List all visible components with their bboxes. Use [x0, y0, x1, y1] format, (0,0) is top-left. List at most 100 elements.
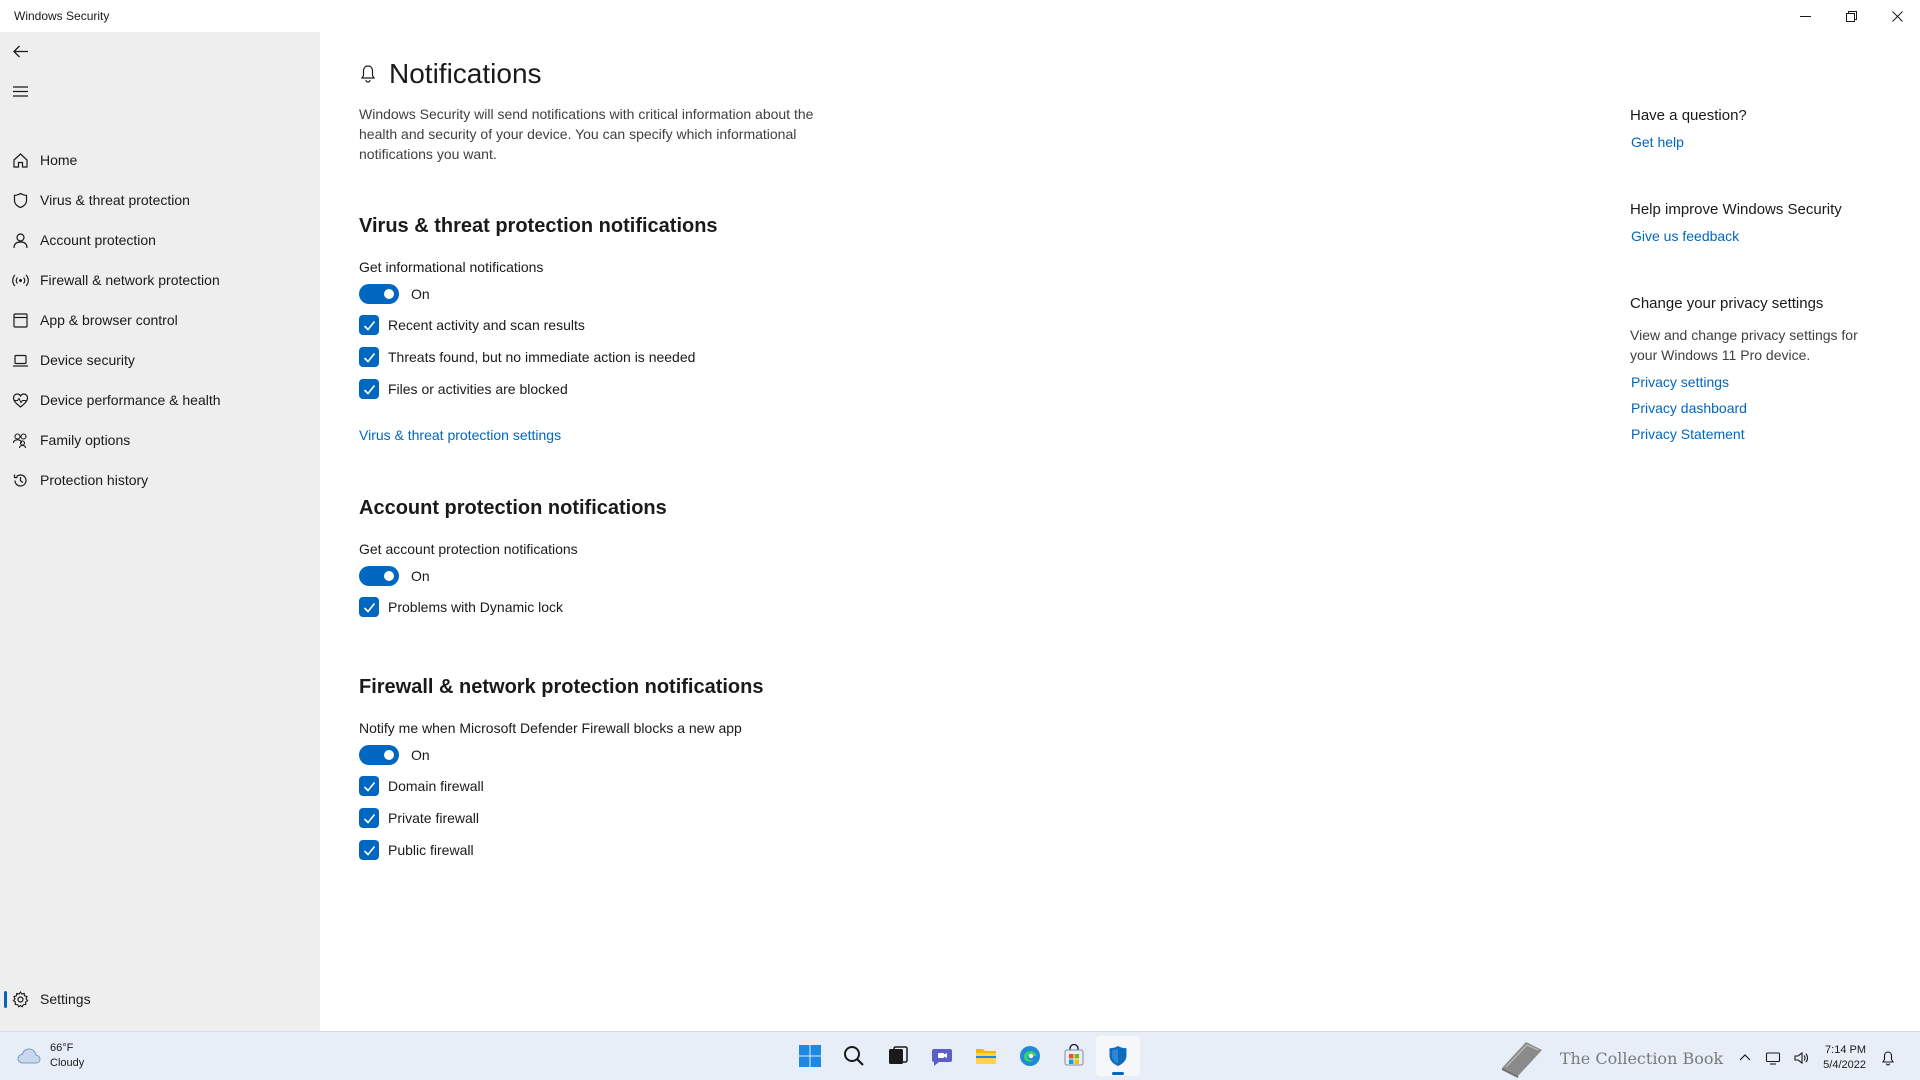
history-icon [12, 472, 29, 489]
sidebar-nav: Home Virus & threat protection Account p… [0, 140, 320, 500]
checkbox[interactable] [359, 840, 379, 860]
sidebar: Home Virus & threat protection Account p… [0, 32, 320, 1031]
sidebar-item-app-browser-control[interactable]: App & browser control [0, 300, 320, 340]
weather-text: 66°F Cloudy [50, 1041, 84, 1071]
minimize-icon [1799, 15, 1811, 17]
chat-button[interactable] [920, 1036, 964, 1076]
menu-button[interactable] [6, 77, 34, 105]
virus-settings-link[interactable]: Virus & threat protection settings [359, 427, 561, 443]
store-icon [1064, 1044, 1084, 1066]
toggle-switch[interactable] [359, 566, 399, 586]
sidebar-item-virus-threat-protection[interactable]: Virus & threat protection [0, 180, 320, 220]
checkbox-dynamic-lock[interactable]: Problems with Dynamic lock [359, 596, 563, 618]
title-bar: Windows Security [0, 0, 1920, 32]
sidebar-item-family-options[interactable]: Family options [0, 420, 320, 460]
cloud-icon [17, 1048, 41, 1064]
account-toggle-label: Get account protection notifications [359, 541, 578, 557]
restore-button[interactable] [1828, 0, 1874, 32]
privacy-statement-link[interactable]: Privacy Statement [1631, 426, 1745, 442]
firewall-section-title: Firewall & network protection notificati… [359, 676, 764, 698]
account-section-title: Account protection notifications [359, 497, 667, 519]
minimize-button[interactable] [1782, 0, 1828, 32]
sidebar-item-label: Family options [40, 432, 131, 448]
sidebar-item-protection-history[interactable]: Protection history [0, 460, 320, 500]
file-explorer-icon [976, 1049, 996, 1064]
checkbox-label: Private firewall [388, 810, 480, 826]
sidebar-item-label: Account protection [40, 232, 156, 248]
privacy-settings-link[interactable]: Privacy settings [1631, 374, 1729, 390]
sidebar-item-account-protection[interactable]: Account protection [0, 220, 320, 260]
sidebar-item-settings[interactable]: Settings [0, 979, 320, 1019]
weather-widget[interactable]: 66°F Cloudy [16, 1041, 84, 1071]
file-explorer-button[interactable] [964, 1036, 1008, 1076]
search-icon [844, 1046, 864, 1066]
restore-icon [1845, 10, 1857, 22]
sidebar-item-home[interactable]: Home [0, 140, 320, 180]
chat-icon [932, 1049, 952, 1066]
heart-icon [12, 392, 29, 409]
bell-icon [360, 65, 376, 83]
virus-section-title: Virus & threat protection notifications [359, 215, 718, 237]
checkbox[interactable] [359, 776, 379, 796]
toggle-state-label: On [411, 568, 430, 584]
checkbox-public-firewall[interactable]: Public firewall [359, 839, 474, 861]
chevron-up-icon[interactable] [1737, 1050, 1753, 1066]
checkbox[interactable] [359, 315, 379, 335]
weather-temperature: 66°F [50, 1042, 74, 1054]
search-button[interactable] [832, 1036, 876, 1076]
person-icon [12, 232, 29, 249]
start-button[interactable] [788, 1036, 832, 1076]
virus-notifications-toggle[interactable]: On [359, 284, 430, 304]
checkmark-icon [363, 352, 375, 363]
checkbox-files-blocked[interactable]: Files or activities are blocked [359, 378, 568, 400]
task-view-button[interactable] [876, 1036, 920, 1076]
toggle-switch[interactable] [359, 745, 399, 765]
sidebar-item-firewall-network-protection[interactable]: Firewall & network protection [0, 260, 320, 300]
page-description: Windows Security will send notifications… [359, 106, 814, 162]
firewall-notifications-toggle[interactable]: On [359, 745, 430, 765]
clock-date: 5/4/2022 [1823, 1059, 1866, 1071]
checkbox-domain-firewall[interactable]: Domain firewall [359, 775, 484, 797]
home-icon [12, 152, 29, 169]
privacy-heading: Change your privacy settings [1630, 295, 1824, 312]
checkbox-private-firewall[interactable]: Private firewall [359, 807, 479, 829]
sidebar-item-label: App & browser control [40, 312, 178, 328]
toggle-switch[interactable] [359, 284, 399, 304]
store-button[interactable] [1052, 1036, 1096, 1076]
close-button[interactable] [1874, 0, 1920, 32]
feedback-link[interactable]: Give us feedback [1631, 228, 1739, 244]
checkbox[interactable] [359, 808, 379, 828]
account-notifications-toggle[interactable]: On [359, 566, 430, 586]
sidebar-item-device-security[interactable]: Device security [0, 340, 320, 380]
checkbox-label: Recent activity and scan results [388, 317, 585, 333]
volume-icon[interactable] [1793, 1050, 1809, 1066]
checkbox[interactable] [359, 379, 379, 399]
checkbox-label: Problems with Dynamic lock [388, 599, 564, 615]
checkmark-icon [363, 813, 375, 824]
checkbox-label: Domain firewall [388, 778, 484, 794]
sidebar-item-device-performance-health[interactable]: Device performance & health [0, 380, 320, 420]
selection-indicator [4, 991, 7, 1008]
app-window-icon [12, 312, 29, 329]
privacy-dashboard-link[interactable]: Privacy dashboard [1631, 400, 1747, 416]
toggle-state-label: On [411, 747, 430, 763]
clock-time: 7:14 PM [1825, 1044, 1866, 1056]
checkbox-label: Files or activities are blocked [388, 381, 568, 397]
back-button[interactable] [6, 37, 34, 65]
network-icon[interactable] [1765, 1050, 1781, 1066]
checkbox-recent-activity[interactable]: Recent activity and scan results [359, 314, 585, 336]
clock[interactable]: 7:14 PM 5/4/2022 [1823, 1043, 1866, 1073]
edge-button[interactable] [1008, 1036, 1052, 1076]
page-header: Notifications [359, 58, 542, 90]
checkmark-icon [363, 845, 375, 856]
checkbox-threats-found[interactable]: Threats found, but no immediate action i… [359, 346, 695, 368]
notification-bell-icon[interactable] [1880, 1050, 1896, 1066]
checkbox[interactable] [359, 347, 379, 367]
checkmark-icon [363, 602, 375, 613]
windows-security-button[interactable] [1096, 1036, 1140, 1076]
checkbox[interactable] [359, 597, 379, 617]
privacy-description: View and change privacy settings for you… [1630, 327, 1858, 363]
get-help-link[interactable]: Get help [1631, 134, 1684, 150]
firewall-toggle-label: Notify me when Microsoft Defender Firewa… [359, 720, 742, 736]
sidebar-item-label: Device performance & health [40, 392, 221, 408]
